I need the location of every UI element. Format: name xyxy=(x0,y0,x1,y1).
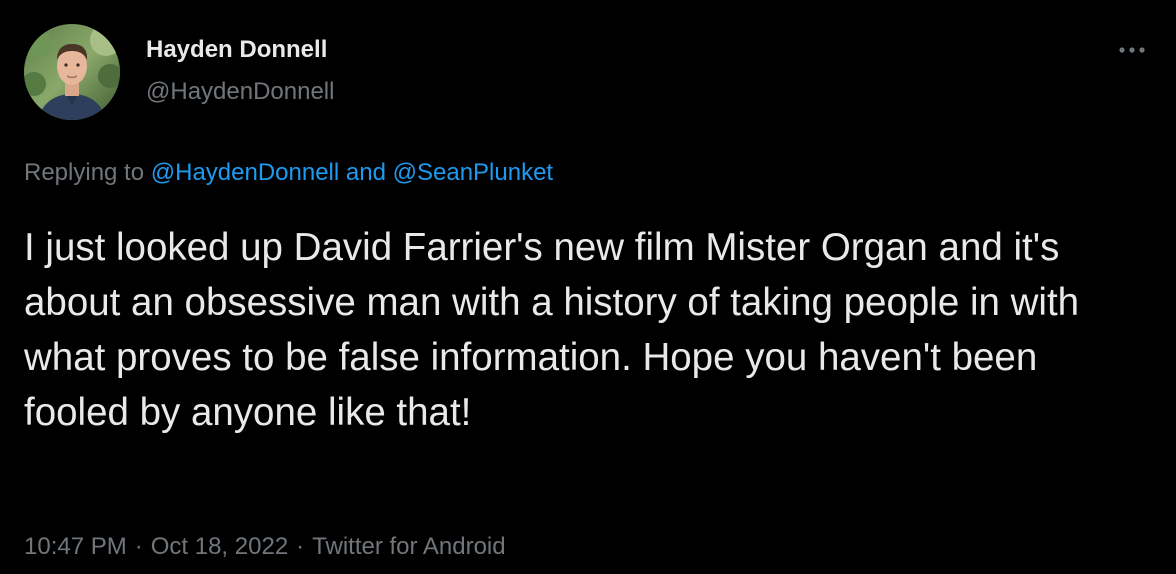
author-display-name[interactable]: Hayden Donnell xyxy=(146,36,327,64)
more-options-button[interactable] xyxy=(1112,36,1152,64)
more-horizontal-icon xyxy=(1119,47,1145,53)
avatar-image xyxy=(24,24,120,120)
tweet-metadata: 10:47 PM · Oct 18, 2022 · Twitter for Androi… xyxy=(24,532,506,562)
reply-context-joiner[interactable]: and xyxy=(339,159,392,186)
reply-context-prefix: Replying to xyxy=(24,159,151,186)
tweet-text: I just looked up David Farrier's new fil… xyxy=(24,226,1080,434)
reply-context: Replying to @HaydenDonnell and @SeanPlun… xyxy=(24,158,553,188)
tweet-time[interactable]: 10:47 PM xyxy=(24,533,127,560)
meta-separator: · xyxy=(296,533,305,560)
meta-separator: · xyxy=(134,533,143,560)
avatar[interactable] xyxy=(24,24,120,120)
mention-link-sean[interactable]: @SeanPlunket xyxy=(393,159,553,186)
mention-link-hayden[interactable]: @HaydenDonnell xyxy=(151,159,339,186)
author-handle[interactable]: @HaydenDonnell xyxy=(146,78,334,106)
tweet-source[interactable]: Twitter for Android xyxy=(312,533,505,560)
tweet-date[interactable]: Oct 18, 2022 xyxy=(151,533,288,560)
tweet-card: Hayden Donnell @HaydenDonnell Replying t… xyxy=(0,0,1176,574)
